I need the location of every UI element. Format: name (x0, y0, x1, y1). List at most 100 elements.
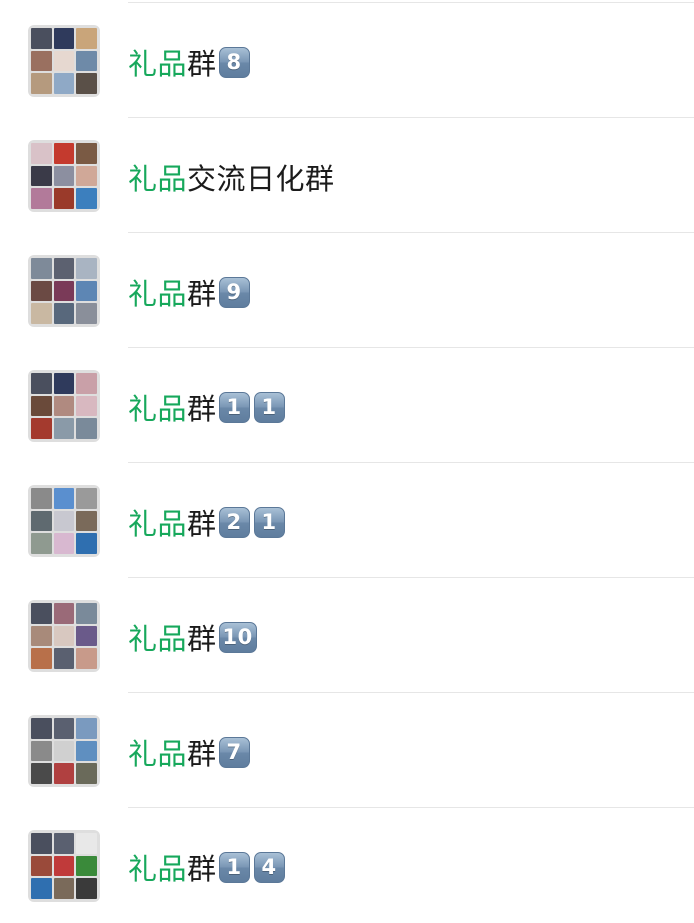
group-chat-item[interactable]: 礼品群 8 (0, 3, 694, 118)
member-avatar-tile (76, 603, 97, 624)
member-avatar-tile (53, 28, 75, 49)
keycap-number-badge: 4 (253, 851, 285, 883)
member-avatar-tile (76, 878, 97, 899)
member-avatar-tile (76, 533, 97, 554)
number-badges: 9 (218, 276, 250, 308)
member-avatar-tile (53, 50, 75, 72)
member-avatar-tile (76, 188, 97, 209)
member-avatar-tile (53, 763, 75, 784)
member-avatar-tile (76, 648, 97, 669)
group-avatar[interactable] (28, 485, 100, 557)
member-avatar-tile (31, 718, 52, 739)
group-name-text: 群 (187, 47, 217, 81)
member-avatar-tile (31, 165, 52, 187)
member-avatar-tile (53, 648, 75, 669)
member-avatar-tile (53, 510, 75, 532)
keycap-number-badge: 1 (218, 851, 250, 883)
member-avatar-tile (53, 280, 75, 302)
group-chat-item[interactable]: 礼品群 1 1 (0, 348, 694, 463)
member-avatar-tile (31, 188, 52, 209)
keycap-number-badge: 1 (253, 391, 285, 423)
number-badges: 8 (218, 46, 250, 78)
keycap-number-badge: 10 (218, 621, 257, 653)
member-avatar-tile (53, 603, 75, 624)
number-badges: 10 (218, 621, 257, 653)
group-name: 礼品群 9 (128, 274, 250, 311)
group-avatar[interactable] (28, 255, 100, 327)
member-avatar-tile (53, 303, 75, 324)
member-avatar-tile (31, 73, 52, 94)
group-avatar[interactable] (28, 600, 100, 672)
member-avatar-tile (31, 533, 52, 554)
member-avatar-tile (31, 625, 52, 647)
number-badges: 7 (218, 736, 250, 768)
group-name-highlight: 礼品 (128, 277, 188, 311)
group-avatar[interactable] (28, 830, 100, 902)
member-avatar-tile (76, 510, 97, 532)
member-avatar-tile (31, 418, 52, 439)
member-avatar-tile (53, 855, 75, 877)
number-badges: 14 (218, 851, 285, 883)
member-avatar-tile (31, 280, 52, 302)
group-name-text: 群 (187, 737, 217, 771)
member-avatar-tile (53, 188, 75, 209)
group-name-highlight: 礼品 (128, 622, 188, 656)
member-avatar-tile (76, 165, 97, 187)
group-name: 礼品 交流日化群 (128, 159, 335, 196)
group-avatar[interactable] (28, 140, 100, 212)
member-avatar-tile (31, 763, 52, 784)
group-name: 礼品群 8 (128, 44, 250, 81)
group-name: 礼品群 7 (128, 734, 250, 771)
keycap-number-badge: 8 (218, 46, 250, 78)
group-chat-item[interactable]: 礼品群 7 (0, 693, 694, 808)
member-avatar-tile (53, 395, 75, 417)
group-name-highlight: 礼品 (128, 737, 188, 771)
member-avatar-tile (31, 258, 52, 279)
member-avatar-tile (53, 833, 75, 854)
member-avatar-tile (53, 625, 75, 647)
member-avatar-tile (76, 395, 97, 417)
member-avatar-tile (76, 50, 97, 72)
number-badges: 11 (218, 391, 285, 423)
member-avatar-tile (76, 373, 97, 394)
group-chat-item[interactable]: 礼品群 9 (0, 233, 694, 348)
group-name-text: 群 (187, 392, 217, 426)
group-name-text: 群 (187, 277, 217, 311)
member-avatar-tile (31, 395, 52, 417)
group-chat-item[interactable]: 礼品 交流日化群 (0, 118, 694, 233)
member-avatar-tile (76, 28, 97, 49)
member-avatar-tile (31, 855, 52, 877)
member-avatar-tile (76, 280, 97, 302)
member-avatar-tile (31, 648, 52, 669)
group-avatar[interactable] (28, 715, 100, 787)
keycap-number-badge: 1 (253, 506, 285, 538)
group-name: 礼品群 10 (128, 619, 257, 656)
group-chat-item[interactable]: 礼品群 10 (0, 578, 694, 693)
member-avatar-tile (31, 373, 52, 394)
member-avatar-tile (53, 258, 75, 279)
keycap-number-badge: 1 (218, 391, 250, 423)
keycap-number-badge: 2 (218, 506, 250, 538)
member-avatar-tile (31, 878, 52, 899)
member-avatar-tile (76, 488, 97, 509)
member-avatar-tile (31, 740, 52, 762)
group-name-text: 交流日化群 (187, 162, 335, 196)
member-avatar-tile (31, 603, 52, 624)
member-avatar-tile (53, 878, 75, 899)
member-avatar-tile (76, 418, 97, 439)
member-avatar-tile (53, 165, 75, 187)
group-name-highlight: 礼品 (128, 162, 188, 196)
group-avatar[interactable] (28, 370, 100, 442)
group-chat-item[interactable]: 礼品群 1 4 (0, 808, 694, 923)
group-name-highlight: 礼品 (128, 47, 188, 81)
member-avatar-tile (76, 303, 97, 324)
member-avatar-tile (53, 418, 75, 439)
group-chat-item[interactable]: 礼品群 2 1 (0, 463, 694, 578)
number-badges: 21 (218, 506, 285, 538)
group-name: 礼品群 2 1 (128, 504, 285, 541)
group-avatar[interactable] (28, 25, 100, 97)
member-avatar-tile (31, 28, 52, 49)
member-avatar-tile (53, 373, 75, 394)
member-avatar-tile (31, 50, 52, 72)
keycap-number-badge: 9 (218, 276, 250, 308)
